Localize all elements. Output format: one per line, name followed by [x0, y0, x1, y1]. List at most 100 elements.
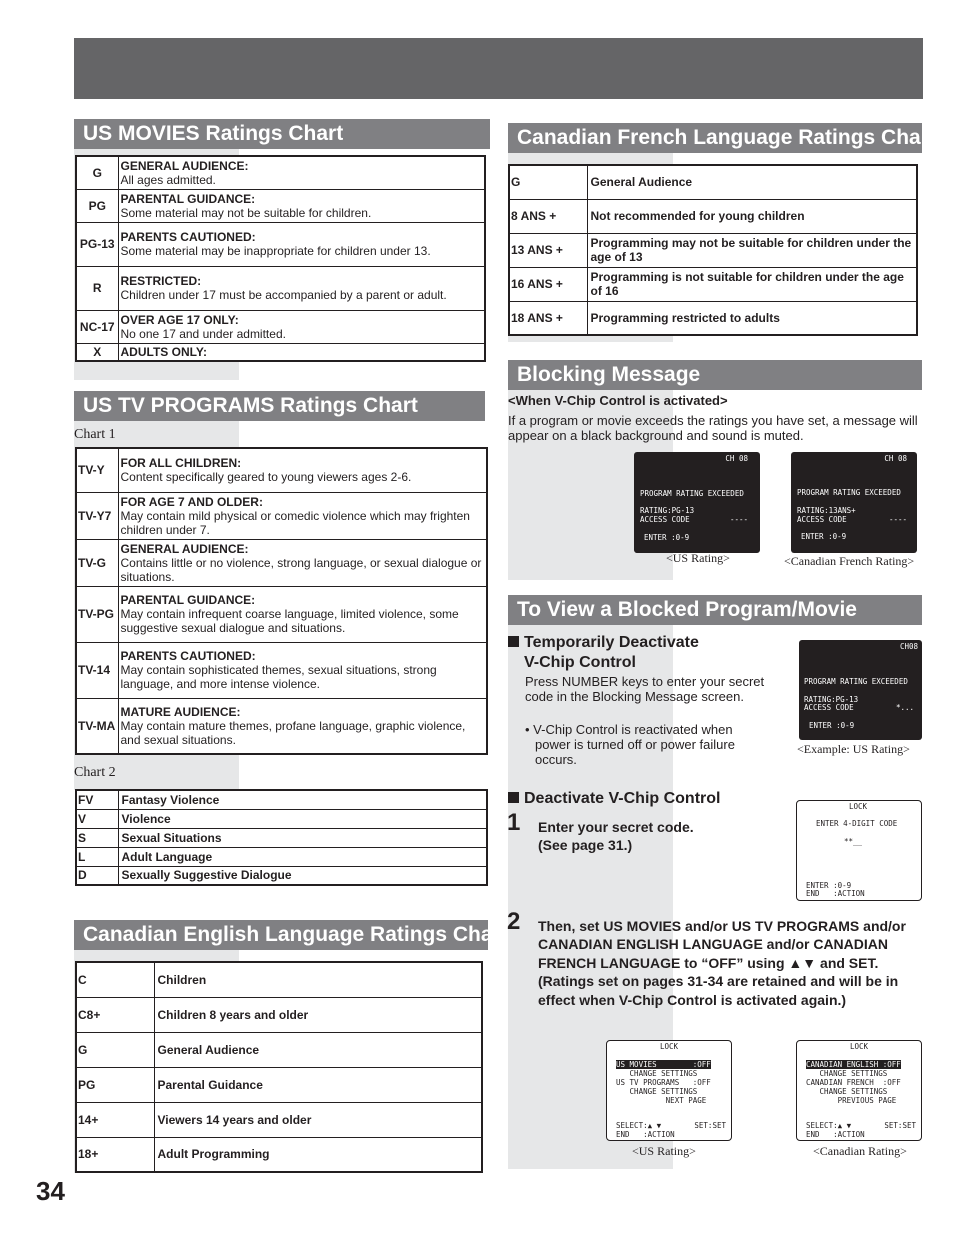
menu-item-change-settings[interactable]: CHANGE SETTINGS [806, 1069, 888, 1078]
rating-text: Content specifically geared to young vie… [120, 470, 412, 485]
table-row: 8 ANS + Not recommended for young childre… [508, 198, 918, 234]
rating-code: C8+ [75, 996, 155, 1033]
rating-description: FOR AGE 7 AND OLDER: May contain mild phy… [117, 491, 488, 540]
temp-deactivate-body: Press NUMBER keys to enter your secret c… [525, 674, 765, 704]
rating-code: 14+ [75, 1101, 155, 1138]
rating-text: Some material may not be suitable for ch… [120, 205, 372, 220]
screen-message: PROGRAM RATING EXCEEDED [640, 489, 744, 498]
menu-item-us-movies[interactable]: US MOVIES :OFF [616, 1060, 711, 1069]
rating-description: Adult Language [117, 846, 488, 867]
screen-enter: ENTER :0-9 [809, 721, 855, 730]
menu-title: LOCK [850, 1042, 869, 1051]
rating-description: Violence [117, 808, 488, 829]
table-row: FV Fantasy Violence [75, 789, 488, 810]
canadian-english-title: Canadian English Language Ratings Chart [74, 920, 508, 950]
menu-item-next-page[interactable]: NEXT PAGE [616, 1096, 707, 1105]
rating-description: Sexually Suggestive Dialogue [117, 865, 488, 886]
menu-set-hint: SET:SET [884, 1121, 916, 1130]
screen-enter: ENTER :0-9 [801, 532, 847, 541]
rating-code: R [75, 265, 119, 311]
screen-message: PROGRAM RATING EXCEEDED [797, 488, 901, 497]
blocking-caption-canadian-french: <Canadian French Rating> [784, 554, 915, 568]
us-tv-chart2-table: FV Fantasy Violence V Violence S Sexual Situa… [75, 789, 488, 886]
blocking-body: If a program or movie exceeds the rating… [508, 413, 918, 443]
table-row: NC-17 OVER AGE 17 ONLY: No one 17 and unde… [75, 309, 486, 344]
menu-item-previous-page[interactable]: PREVIOUS PAGE [806, 1096, 897, 1105]
rating-description: General Audience [153, 1031, 483, 1068]
table-row: TV-14 PARENTS CAUTIONED: May contain sophi… [75, 641, 488, 699]
rating-description: Sexual Situations [117, 827, 488, 848]
step2-number: 2 [507, 908, 521, 935]
menu-caption-us: <US Rating> [632, 1144, 696, 1158]
table-row: 18 ANS + Programming restricted to adults [508, 300, 918, 336]
us-movies-table: G GENERAL AUDIENCE: All ages admitted. PG PA… [75, 155, 486, 362]
screen-rating: RATING:PG-13 [640, 506, 695, 515]
screen-enter: ENTER :0-9 [644, 533, 690, 542]
lock-menu-us: LOCK US MOVIES :OFF CHANGE SETTINGS US T… [606, 1040, 732, 1141]
menu-end-hint: END :ACTION [616, 1130, 675, 1139]
rating-code: TV-PG [75, 585, 119, 643]
screen-code: ---- [729, 515, 748, 524]
menu-item-change-settings[interactable]: CHANGE SETTINGS [806, 1087, 888, 1096]
rating-text: May contain infrequent coarse language, … [120, 607, 459, 635]
rating-heading: PARENTAL GUIDANCE: [120, 593, 256, 607]
us-movies-title: US MOVIES Ratings Chart [74, 119, 490, 149]
screen-channel: CH 08 [884, 454, 907, 463]
rating-description: Children [153, 961, 483, 998]
screen-message: PROGRAM RATING EXCEEDED [804, 677, 908, 686]
rating-text: Children under 17 must be accompanied by… [120, 288, 447, 302]
table-row: L Adult Language [75, 846, 488, 867]
rating-code: TV-14 [75, 641, 119, 699]
menu-item-change-settings[interactable]: CHANGE SETTINGS [616, 1069, 698, 1078]
table-row: TV-Y FOR ALL CHILDREN: Content specificall… [75, 447, 488, 493]
rating-code: TV-Y [75, 447, 119, 493]
rating-code: 18+ [75, 1136, 155, 1173]
table-row: S Sexual Situations [75, 827, 488, 848]
bullet-square-icon [508, 636, 519, 647]
bullet-square-icon [508, 792, 519, 803]
rating-description: ADULTS ONLY: [117, 342, 486, 362]
rating-description: Programming may not be suitable for chil… [586, 232, 918, 268]
rating-description: Viewers 14 years and older [153, 1101, 483, 1138]
rating-description: GENERAL AUDIENCE: All ages admitted. [117, 155, 486, 190]
screen-code: *... [895, 703, 914, 712]
rating-code: 13 ANS + [508, 232, 588, 268]
table-row: PG PARENTAL GUIDANCE: Some material may no… [75, 188, 486, 223]
rating-code: L [75, 846, 119, 867]
rating-description: MATURE AUDIENCE: May contain mature theme… [117, 697, 488, 755]
table-row: TV-PG PARENTAL GUIDANCE: May contain infre… [75, 585, 488, 643]
lock-prompt: ENTER 4-DIGIT CODE [816, 819, 898, 828]
rating-heading: ADULTS ONLY: [120, 344, 207, 359]
menu-item-change-settings[interactable]: CHANGE SETTINGS [616, 1087, 698, 1096]
chart2-label: Chart 2 [74, 765, 116, 780]
rating-text: All ages admitted. [120, 172, 216, 187]
menu-set-hint: SET:SET [694, 1121, 726, 1130]
step1-number: 1 [507, 809, 521, 836]
menu-item-canadian-french[interactable]: CANADIAN FRENCH :OFF [806, 1078, 901, 1087]
rating-code: 16 ANS + [508, 266, 588, 302]
deactivate-heading: Deactivate V-Chip Control [508, 789, 720, 809]
rating-description: General Audience [586, 164, 918, 200]
rating-text: May contain mild physical or comedic vio… [120, 508, 470, 537]
table-row: R RESTRICTED: Children under 17 must be ac… [75, 265, 486, 311]
table-row: G General Audience [75, 1031, 483, 1068]
rating-heading: OVER AGE 17 ONLY: [120, 312, 239, 327]
rating-code: S [75, 827, 119, 848]
rating-code: G [508, 164, 588, 200]
rating-description: Programming is not suitable for children… [586, 266, 918, 302]
rating-description: PARENTS CAUTIONED: May contain sophistica… [117, 641, 488, 699]
rating-heading: FOR ALL CHILDREN: [120, 456, 242, 471]
rating-text: No one 17 and under admitted. [120, 326, 286, 341]
table-row: TV-MA MATURE AUDIENCE: May contain mature … [75, 697, 488, 755]
menu-item-canadian-english[interactable]: CANADIAN ENGLISH :OFF [806, 1060, 901, 1069]
lock-end: END :ACTION [806, 889, 865, 898]
rating-code: V [75, 808, 119, 829]
rating-text: May contain mature themes, profane langu… [120, 718, 466, 747]
menu-caption-canadian: <Canadian Rating> [813, 1144, 907, 1158]
menu-select-hint: SELECT:▲ ▼ [806, 1121, 852, 1130]
rating-text: May contain sophisticated themes, sexual… [120, 663, 437, 691]
rating-code: TV-G [75, 538, 119, 587]
menu-item-us-tv-programs[interactable]: US TV PROGRAMS :OFF [616, 1078, 711, 1087]
table-row: TV-G GENERAL AUDIENCE: Contains little or … [75, 538, 488, 587]
rating-description: FOR ALL CHILDREN: Content specifically ge… [117, 447, 488, 493]
